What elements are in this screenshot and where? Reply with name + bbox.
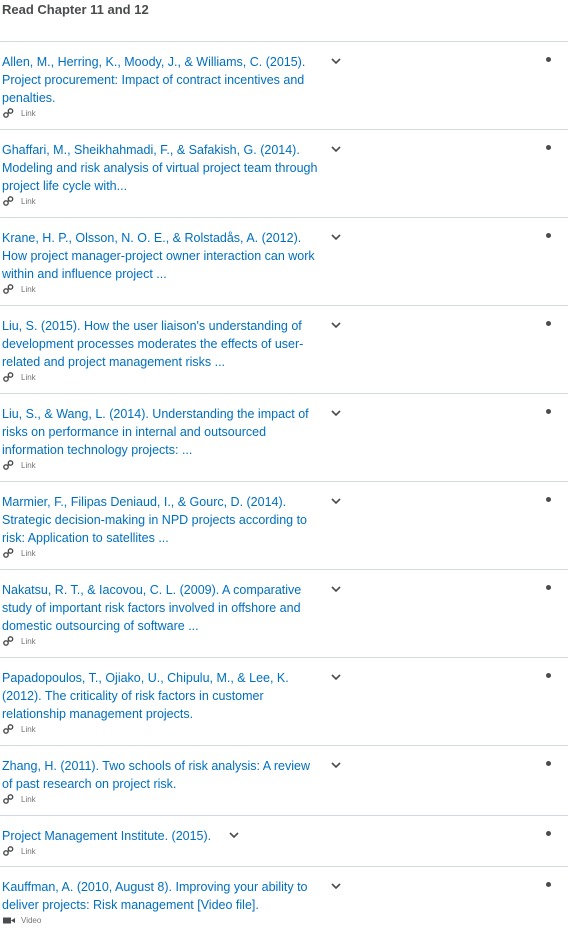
link-icon [2,196,16,206]
item-type-label: Link [21,724,36,734]
item-type-label: Link [21,548,36,558]
item-title-link[interactable]: Nakatsu, R. T., & Iacovou, C. L. (2009).… [2,581,320,635]
list-item: Kauffman, A. (2010, August 8). Improving… [0,867,568,937]
status-dot[interactable] [546,145,551,150]
chevron-down-icon[interactable] [330,496,342,506]
item-title-link[interactable]: Krane, H. P., Olsson, N. O. E., & Rolsta… [2,229,320,283]
list-item: Project Management Institute. (2015). Li… [0,816,568,867]
chevron-down-icon[interactable] [330,320,342,330]
list-item: Krane, H. P., Olsson, N. O. E., & Rolsta… [0,218,568,306]
item-meta: Link [2,460,36,470]
link-icon [2,724,16,734]
link-icon [2,284,16,294]
item-meta: Link [2,284,36,294]
status-dot[interactable] [546,321,551,326]
status-dot[interactable] [546,831,551,836]
item-meta: Link [2,636,36,646]
item-title-link[interactable]: Kauffman, A. (2010, August 8). Improving… [2,878,320,914]
chevron-down-icon[interactable] [330,672,342,682]
link-icon [2,636,16,646]
chevron-down-icon[interactable] [330,144,342,154]
link-icon [2,794,16,804]
item-title-link[interactable]: Project Management Institute. (2015). [2,827,211,845]
item-type-label: Link [21,284,36,294]
item-type-label: Link [21,846,36,856]
link-icon [2,372,16,382]
item-title-link[interactable]: Allen, M., Herring, K., Moody, J., & Wil… [2,53,320,107]
status-dot[interactable] [546,761,551,766]
link-icon [2,460,16,470]
item-meta: Link [2,108,36,118]
link-icon [2,846,16,856]
item-meta: Link [2,372,36,382]
item-type-label: Link [21,196,36,206]
item-type-label: Link [21,108,36,118]
status-dot[interactable] [546,673,551,678]
item-title-link[interactable]: Ghaffari, M., Sheikhahmadi, F., & Safaki… [2,141,320,195]
chevron-down-icon[interactable] [330,232,342,242]
item-meta: Link [2,548,36,558]
item-title-link[interactable]: Zhang, H. (2011). Two schools of risk an… [2,757,320,793]
item-meta: Link [2,196,36,206]
item-meta: Video [2,915,41,925]
item-meta: Link [2,794,36,804]
item-type-label: Video [21,915,42,925]
chevron-down-icon[interactable] [330,584,342,594]
content-list: Allen, M., Herring, K., Moody, J., & Wil… [0,42,568,937]
section-title: Read Chapter 11 and 12 [0,0,568,42]
item-title-link[interactable]: Papadopoulos, T., Ojiako, U., Chipulu, M… [2,669,320,723]
video-icon [2,915,16,925]
item-title-link[interactable]: Liu, S. (2015). How the user liaison's u… [2,317,320,371]
chevron-down-icon[interactable] [330,760,342,770]
item-type-label: Link [21,372,36,382]
item-type-label: Link [21,636,36,646]
list-item: Papadopoulos, T., Ojiako, U., Chipulu, M… [0,658,568,746]
item-type-label: Link [21,460,36,470]
chevron-down-icon[interactable] [330,881,342,891]
status-dot[interactable] [546,882,551,887]
item-meta: Link [2,724,36,734]
chevron-down-icon[interactable] [330,408,342,418]
item-type-label: Link [21,794,36,804]
list-item: Liu, S. (2015). How the user liaison's u… [0,306,568,394]
item-meta: Link [2,846,36,856]
status-dot[interactable] [546,409,551,414]
chevron-down-icon[interactable] [330,56,342,66]
status-dot[interactable] [546,497,551,502]
chevron-down-icon[interactable] [228,830,240,840]
link-icon [2,548,16,558]
list-item: Ghaffari, M., Sheikhahmadi, F., & Safaki… [0,130,568,218]
item-title-link[interactable]: Marmier, F., Filipas Deniaud, I., & Gour… [2,493,320,547]
status-dot[interactable] [546,57,551,62]
list-item: Liu, S., & Wang, L. (2014). Understandin… [0,394,568,482]
list-item: Marmier, F., Filipas Deniaud, I., & Gour… [0,482,568,570]
status-dot[interactable] [546,585,551,590]
list-item: Nakatsu, R. T., & Iacovou, C. L. (2009).… [0,570,568,658]
list-item: Zhang, H. (2011). Two schools of risk an… [0,746,568,816]
item-title-link[interactable]: Liu, S., & Wang, L. (2014). Understandin… [2,405,320,459]
link-icon [2,108,16,118]
status-dot[interactable] [546,233,551,238]
list-item: Allen, M., Herring, K., Moody, J., & Wil… [0,42,568,130]
